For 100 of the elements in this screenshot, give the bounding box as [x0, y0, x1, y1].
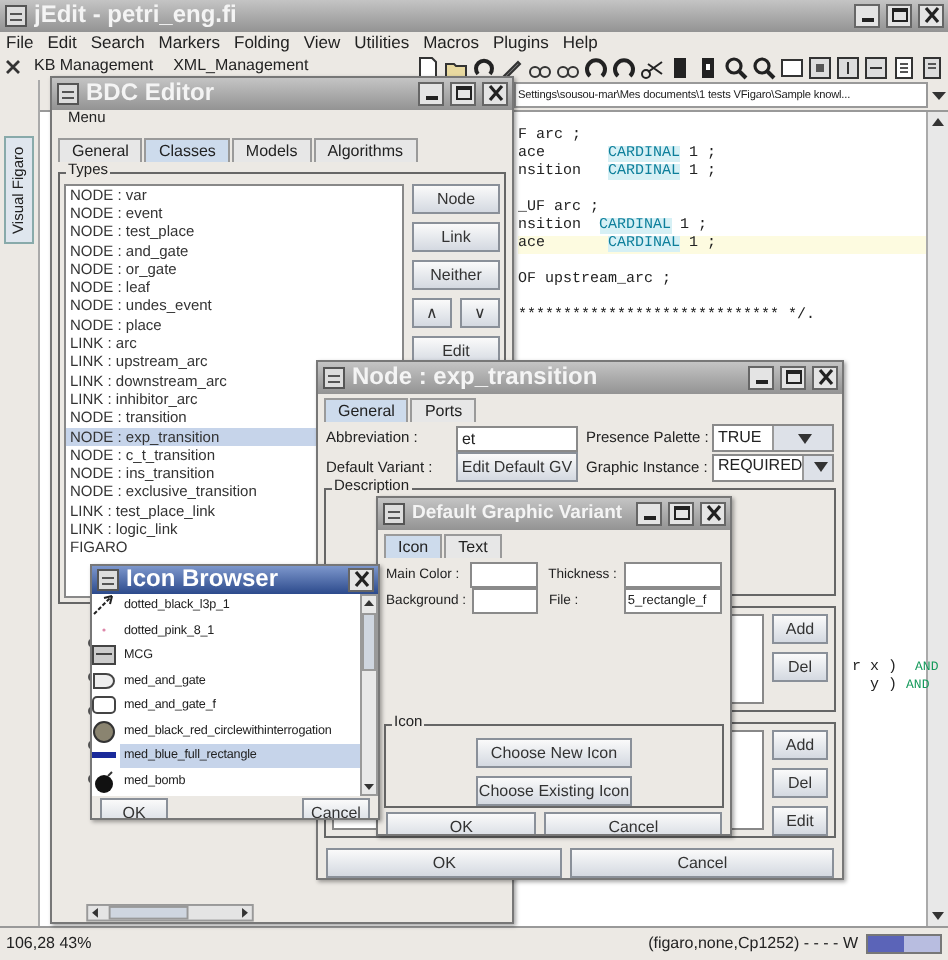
window-icon[interactable] [864, 55, 888, 79]
text-field[interactable]: et [455, 425, 578, 452]
circle-icon [92, 719, 116, 744]
window-icon[interactable] [780, 55, 804, 79]
menu-item[interactable]: Utilities [354, 33, 410, 53]
scissors-icon[interactable] [640, 55, 664, 79]
list-button[interactable]: Edit [772, 806, 828, 837]
tab[interactable]: General [58, 137, 143, 162]
menu-item[interactable]: Folding [234, 33, 290, 53]
close-icon [815, 368, 835, 388]
menu-item[interactable]: Edit [47, 33, 77, 53]
close-button[interactable] [348, 568, 374, 592]
dialog-button[interactable]: OK [326, 848, 563, 878]
maximize-button[interactable] [780, 366, 806, 390]
dropdown[interactable]: TRUE [711, 424, 834, 453]
close-button[interactable] [812, 366, 838, 390]
window-title: jEdit - petri_eng.fi [34, 2, 239, 30]
menu-item[interactable]: Markers [158, 33, 220, 53]
dialog-button[interactable]: Cancel [570, 848, 834, 878]
window-icon [4, 4, 28, 28]
maximize-button[interactable] [668, 502, 694, 526]
tab[interactable]: Classes [144, 137, 230, 162]
horizontal-scrollbar[interactable] [84, 904, 256, 922]
dock-tab[interactable]: XML_Management [165, 58, 317, 76]
undo-icon[interactable] [584, 55, 608, 79]
list-button[interactable]: Del [772, 652, 828, 683]
edit-button[interactable]: Edit Default GV [455, 452, 578, 483]
tab[interactable]: Ports [410, 398, 477, 422]
maximize-icon [783, 368, 803, 388]
action-button[interactable]: Link [412, 221, 500, 252]
window-title: Default Graphic Variant [412, 503, 625, 525]
close-button[interactable] [918, 4, 944, 28]
dialog-button[interactable]: OK [100, 798, 168, 818]
minimize-icon [861, 18, 873, 22]
maximize-icon [671, 504, 691, 524]
box-icon [92, 644, 116, 669]
action-button[interactable]: Node [412, 183, 500, 214]
dialog-button[interactable]: OK [386, 812, 537, 834]
status-text: (figaro,none,Cp1252) - - - - W [648, 935, 858, 953]
choose-icon-button[interactable]: Choose New Icon [476, 738, 632, 768]
search-icon[interactable] [752, 55, 776, 79]
undo-icon[interactable] [472, 55, 496, 79]
window-icon[interactable] [836, 55, 860, 79]
window-icon [322, 366, 346, 390]
minimize-button[interactable] [748, 366, 774, 390]
menu-item[interactable]: Search [90, 33, 145, 53]
menu-item[interactable]: File [6, 33, 34, 53]
list-button[interactable]: Del [772, 768, 828, 799]
text-field[interactable] [623, 562, 722, 588]
tab[interactable]: Icon [384, 534, 443, 558]
maximize-icon [889, 6, 909, 26]
list-button[interactable]: Add [772, 730, 828, 761]
dock-tab[interactable]: KB Management [26, 58, 162, 76]
caret-icon [797, 433, 812, 444]
status-text: 106,28 43% [6, 935, 92, 953]
action-button[interactable]: Neither [412, 259, 500, 290]
minimize-icon [643, 516, 655, 520]
action-button[interactable]: ∨ [460, 297, 500, 328]
menu-item[interactable]: Macros [423, 33, 479, 53]
window-icon[interactable] [808, 55, 832, 79]
vertical-scrollbar[interactable] [360, 594, 378, 796]
bomb-icon [92, 769, 116, 794]
search-icon[interactable] [724, 55, 748, 79]
dropdown-arrow-icon[interactable] [930, 86, 948, 104]
close-icon[interactable] [4, 58, 22, 76]
minimize-icon [755, 380, 767, 384]
pencil-icon[interactable] [500, 55, 524, 79]
close-button[interactable] [700, 502, 726, 526]
tab[interactable]: General [324, 398, 409, 422]
menu-item[interactable]: Plugins [492, 33, 549, 53]
maximize-icon [453, 84, 473, 104]
dropdown[interactable]: REQUIRED [711, 453, 834, 482]
menu-item[interactable]: Help [562, 33, 598, 53]
tab[interactable]: Text [444, 534, 502, 558]
text-field[interactable] [472, 588, 539, 614]
tab[interactable]: Algorithms [313, 137, 418, 162]
maximize-button[interactable] [886, 4, 912, 28]
window-icon [382, 502, 406, 526]
document-icon[interactable] [892, 55, 916, 79]
list-button[interactable]: Add [772, 614, 828, 645]
minimize-icon [425, 96, 437, 100]
minimize-button[interactable] [636, 502, 662, 526]
window-title: BDC Editor [86, 80, 216, 108]
window-icon [56, 82, 80, 106]
minimize-button[interactable] [418, 82, 444, 106]
minimize-button[interactable] [854, 4, 880, 28]
menu-item[interactable]: View [303, 33, 341, 53]
tab[interactable]: Models [231, 137, 312, 162]
dialog-button[interactable]: Cancel [544, 812, 722, 834]
window-icon [96, 568, 120, 592]
action-button[interactable]: ∧ [412, 297, 452, 328]
close-button[interactable] [482, 82, 508, 106]
dialog-button[interactable]: Cancel [302, 798, 370, 818]
maximize-button[interactable] [450, 82, 476, 106]
arrow-icon [92, 594, 116, 619]
choose-icon-button[interactable]: Choose Existing Icon [476, 776, 632, 806]
redo-icon[interactable] [612, 55, 636, 79]
document-icon[interactable] [920, 55, 944, 79]
text-field[interactable] [470, 562, 539, 588]
close-icon [351, 570, 371, 590]
